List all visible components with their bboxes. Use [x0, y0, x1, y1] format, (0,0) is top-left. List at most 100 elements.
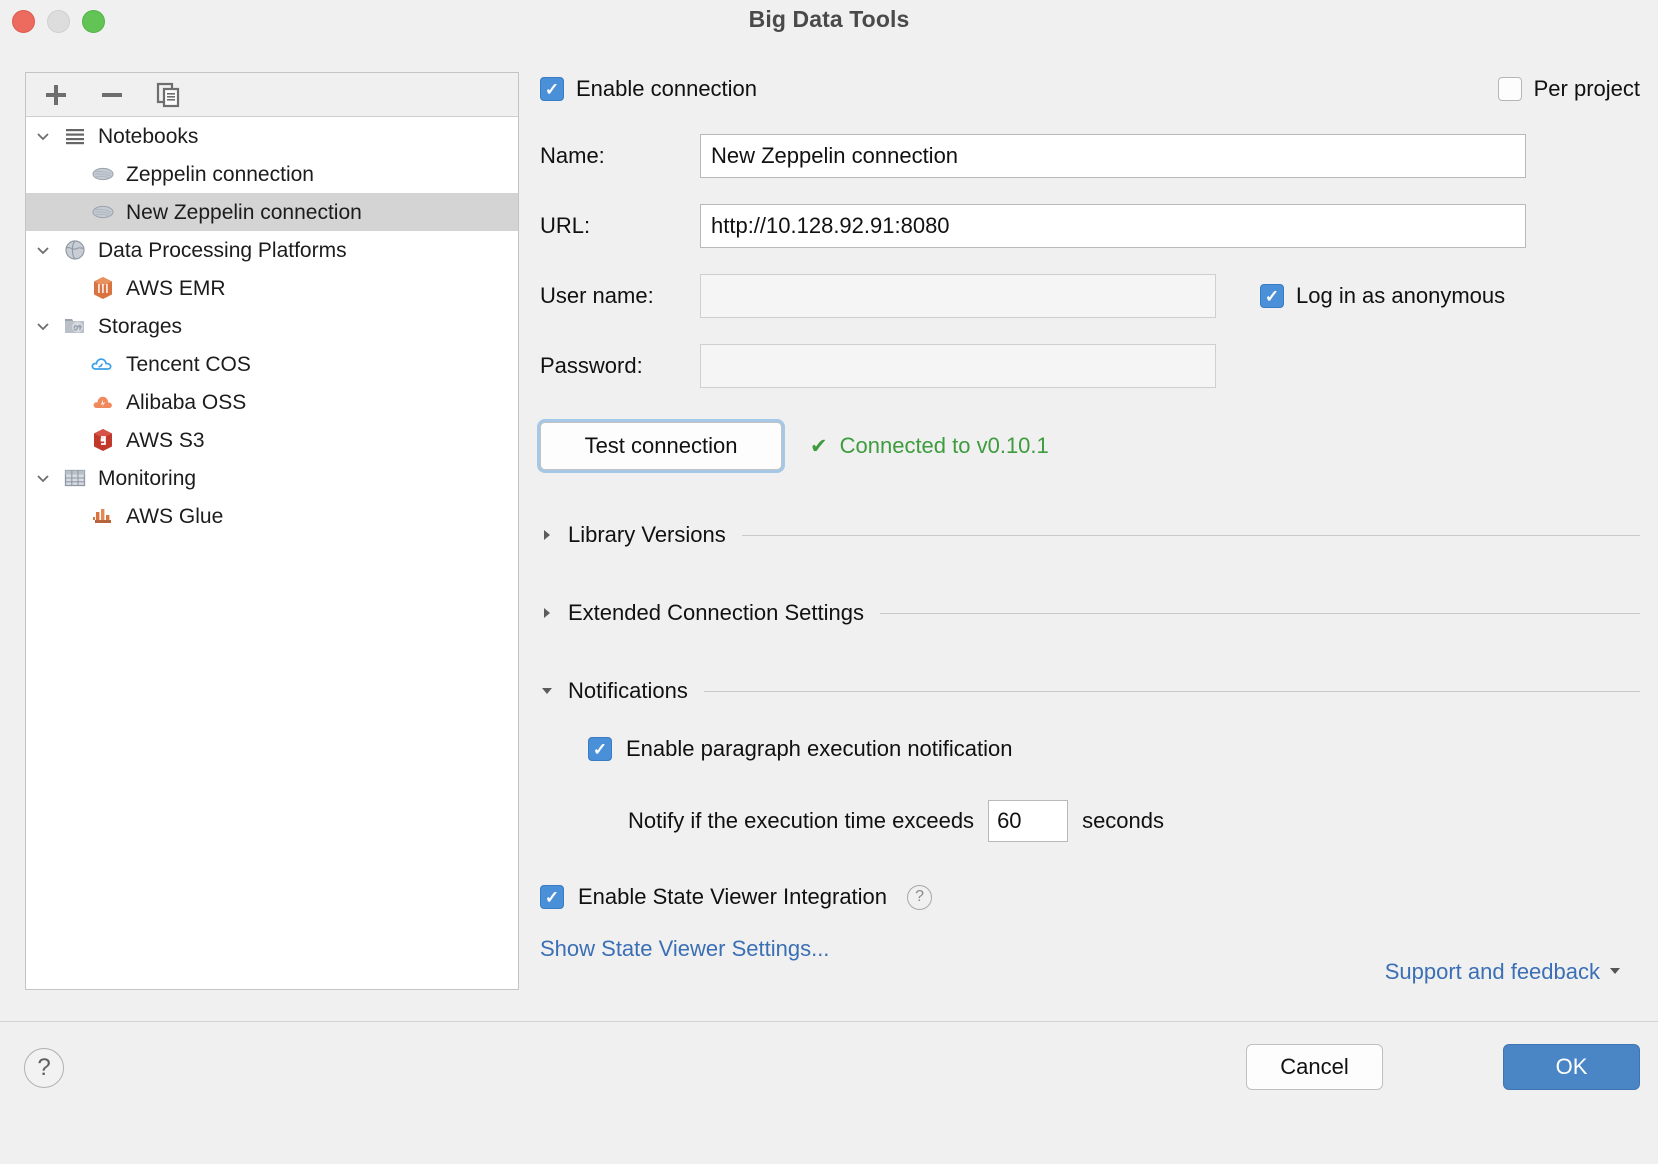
tree-group-notebooks[interactable]: Notebooks: [26, 117, 518, 155]
tree-item-label: Storages: [98, 314, 183, 338]
state-viewer-label: Enable State Viewer Integration: [578, 884, 888, 909]
connections-tree-panel: Notebooks Zeppelin connection New Zeppel…: [25, 72, 519, 990]
tree-item-label: New Zeppelin connection: [126, 200, 362, 224]
plus-icon: [46, 84, 66, 105]
username-label: User name:: [540, 283, 654, 308]
globe-icon: [60, 238, 90, 262]
enable-paragraph-notification-label: Enable paragraph execution notification: [626, 736, 1013, 761]
checkbox-box[interactable]: ✓: [540, 77, 564, 101]
tree-item-label: AWS Glue: [126, 504, 224, 528]
check-icon: ✓: [1264, 286, 1280, 306]
enable-connection-checkbox[interactable]: ✓ Enable connection: [540, 76, 757, 102]
chevron-down-icon[interactable]: [26, 318, 60, 334]
list-icon: [60, 124, 90, 148]
tree-item-label: Notebooks: [98, 124, 199, 148]
tree-item-label: Monitoring: [98, 466, 197, 490]
add-connection-button[interactable]: [40, 79, 72, 111]
chevron-down-icon[interactable]: [1608, 964, 1622, 981]
help-button[interactable]: ?: [24, 1048, 64, 1088]
notifications-body: ✓ Enable paragraph execution notificatio…: [588, 736, 1640, 842]
section-notifications[interactable]: Notifications: [540, 678, 1640, 704]
chevron-right-icon[interactable]: [540, 528, 568, 542]
tree-item-label: Data Processing Platforms: [98, 238, 347, 262]
url-input[interactable]: [700, 204, 1526, 248]
minus-icon: [102, 92, 122, 97]
url-field-row: URL:: [540, 204, 1640, 248]
tree-group-data-processing-platforms[interactable]: Data Processing Platforms: [26, 231, 518, 269]
checkbox-box[interactable]: ✓: [540, 885, 564, 909]
tree-item-label: Zeppelin connection: [126, 162, 314, 186]
chevron-down-icon[interactable]: [26, 242, 60, 258]
question-mark-icon[interactable]: ?: [907, 884, 933, 910]
zeppelin-icon: [88, 162, 118, 186]
tree-item-new-zeppelin-connection[interactable]: New Zeppelin connection: [26, 193, 518, 231]
tree-item-tencent-cos[interactable]: Tencent COS: [26, 345, 518, 383]
section-label: Notifications: [568, 678, 688, 703]
copy-connection-button[interactable]: [152, 79, 184, 111]
per-project-label: Per project: [1533, 76, 1640, 101]
checkbox-box[interactable]: [1497, 77, 1522, 101]
ok-button[interactable]: OK: [1503, 1044, 1640, 1090]
log-in-as-anonymous-checkbox[interactable]: ✓ Log in as anonymous: [1260, 283, 1505, 309]
test-connection-button[interactable]: Test connection: [540, 422, 782, 470]
log-in-as-anonymous-label: Log in as anonymous: [1296, 283, 1506, 308]
notify-seconds-input[interactable]: [988, 800, 1069, 842]
name-label: Name:: [540, 143, 605, 168]
aws-emr-icon: [88, 276, 118, 300]
connections-tree: Notebooks Zeppelin connection New Zeppel…: [26, 117, 518, 989]
table-icon: [60, 466, 90, 490]
notify-prefix-label: Notify if the execution time exceeds: [628, 808, 975, 833]
password-input[interactable]: [700, 344, 1216, 388]
notify-suffix-label: seconds: [1082, 808, 1165, 833]
section-library-versions[interactable]: Library Versions: [540, 522, 1640, 548]
connection-status: ✔ Connected to v0.10.1: [810, 433, 1049, 459]
tree-item-label: AWS EMR: [126, 276, 226, 300]
section-divider: [703, 690, 1640, 692]
name-field-row: Name:: [540, 134, 1640, 178]
checkbox-box[interactable]: ✓: [588, 737, 612, 761]
check-icon: ✓: [544, 887, 560, 907]
checkbox-box[interactable]: ✓: [1260, 284, 1284, 308]
chevron-down-icon[interactable]: [540, 684, 568, 698]
tree-item-aws-s3[interactable]: AWS S3: [26, 421, 518, 459]
tree-item-aws-glue[interactable]: AWS Glue: [26, 497, 518, 535]
tree-item-zeppelin-connection[interactable]: Zeppelin connection: [26, 155, 518, 193]
password-field-row: Password:: [540, 344, 1640, 388]
support-and-feedback-link[interactable]: Support and feedback: [1385, 959, 1622, 985]
tree-group-monitoring[interactable]: Monitoring: [26, 459, 518, 497]
password-label: Password:: [540, 353, 643, 378]
tree-toolbar: [26, 73, 518, 117]
connection-status-text: Connected to v0.10.1: [839, 433, 1049, 458]
chevron-right-icon[interactable]: [540, 606, 568, 620]
per-project-checkbox[interactable]: Per project: [1497, 76, 1640, 102]
remove-connection-button[interactable]: [96, 79, 128, 111]
tree-item-label: Tencent COS: [126, 352, 251, 376]
notify-threshold-row: Notify if the execution time exceeds sec…: [628, 800, 1640, 842]
aws-glue-icon: [88, 504, 118, 528]
tree-item-label: AWS S3: [126, 428, 205, 452]
enable-state-viewer-integration-checkbox[interactable]: ✓ Enable State Viewer Integration ?: [540, 884, 1640, 910]
connection-settings-panel: ✓ Enable connection Per project Name: UR…: [540, 72, 1640, 984]
chevron-down-icon[interactable]: [26, 470, 60, 486]
copy-icon: [156, 82, 180, 107]
support-and-feedback-label: Support and feedback: [1384, 959, 1600, 984]
tencent-cos-icon: [88, 352, 118, 376]
aws-s3-icon: [88, 428, 118, 452]
enable-paragraph-execution-notification-checkbox[interactable]: ✓ Enable paragraph execution notificatio…: [588, 736, 1640, 762]
username-input[interactable]: [700, 274, 1216, 318]
big-data-tools-dialog: Big Data Tools Notebooks Zeppelin connec…: [0, 0, 1658, 1164]
cancel-button[interactable]: Cancel: [1246, 1044, 1383, 1090]
tree-item-alibaba-oss[interactable]: Alibaba OSS: [26, 383, 518, 421]
section-divider: [741, 534, 1640, 536]
tree-item-aws-emr[interactable]: AWS EMR: [26, 269, 518, 307]
section-divider: [879, 612, 1640, 614]
tree-group-storages[interactable]: Storages: [26, 307, 518, 345]
enable-connection-label: Enable connection: [576, 76, 758, 101]
section-extended-connection-settings[interactable]: Extended Connection Settings: [540, 600, 1640, 626]
footer-divider: [0, 1021, 1658, 1022]
alibaba-oss-icon: [88, 390, 118, 414]
zeppelin-icon: [88, 200, 118, 224]
chevron-down-icon[interactable]: [26, 128, 60, 144]
username-field-row: User name: ✓ Log in as anonymous: [540, 274, 1640, 318]
name-input[interactable]: [700, 134, 1526, 178]
